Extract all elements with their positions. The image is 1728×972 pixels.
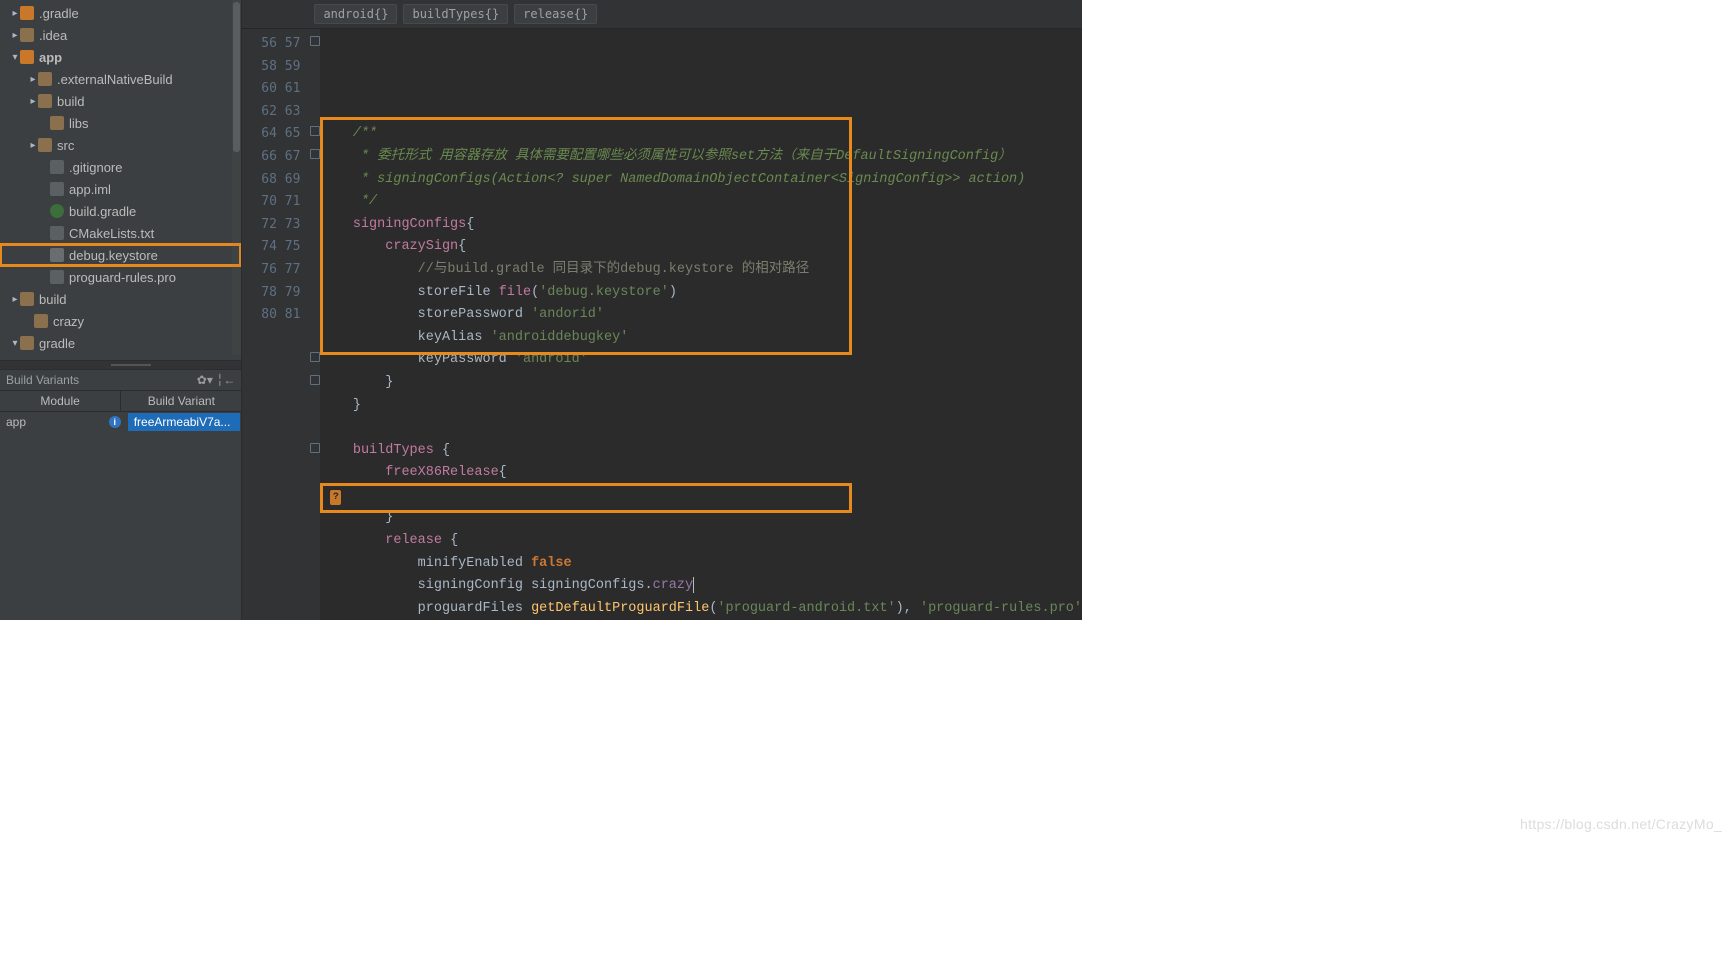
fold-toggle-icon[interactable] [310, 126, 320, 136]
expand-arrow-icon[interactable]: ▸ [10, 30, 20, 41]
file-icon [50, 226, 64, 240]
folder-icon [20, 28, 34, 42]
bv-module-name: app [6, 415, 26, 429]
line-number-gutter: 56 57 58 59 60 61 62 63 64 65 66 67 68 6… [242, 29, 308, 620]
build-variants-header: Module Build Variant [0, 391, 241, 412]
fold-toggle-icon[interactable] [310, 36, 320, 46]
bv-col-variant: Build Variant [121, 391, 241, 411]
folder-or-icon [20, 6, 34, 20]
tree-label: build [39, 292, 66, 307]
tree-label: proguard-rules.pro [69, 270, 176, 285]
tree-node[interactable]: ▸ src [0, 134, 241, 156]
folder-icon [38, 138, 52, 152]
breadcrumb-item[interactable]: android{} [314, 4, 397, 24]
fold-toggle-icon[interactable] [310, 375, 320, 385]
build-variants-title: Build Variants ✿▾ ╎← [0, 370, 241, 391]
expand-arrow-icon[interactable]: ▸ [28, 140, 38, 151]
tree-node[interactable]: ▸ .gradle [0, 2, 241, 24]
editor-area: android{} buildTypes{} release{} 56 57 58 … [242, 0, 1082, 620]
tree-node[interactable]: proguard-rules.pro [0, 266, 241, 288]
folder-icon [38, 94, 52, 108]
file-icon [50, 160, 64, 174]
tree-node[interactable]: ▸ build [0, 288, 241, 310]
tree-node[interactable]: CMakeLists.txt [0, 222, 241, 244]
file-icon [50, 182, 64, 196]
tree-node[interactable]: debug.keystore [0, 244, 241, 266]
text-caret [693, 577, 694, 593]
tree-node[interactable]: ▾ app [0, 46, 241, 68]
tree-node[interactable]: crazy [0, 310, 241, 332]
tree-label: .gradle [39, 6, 79, 21]
folder-icon [50, 116, 64, 130]
tree-node[interactable]: ▸ .externalNativeBuild [0, 68, 241, 90]
panel-divider[interactable] [0, 360, 241, 370]
expand-arrow-icon[interactable]: ▸ [10, 8, 20, 19]
tree-label: build [57, 94, 84, 109]
tree-node[interactable]: build.gradle [0, 200, 241, 222]
tree-label: build.gradle [69, 204, 136, 219]
folder-icon [38, 72, 52, 86]
folder-icon [20, 336, 34, 350]
bv-variant-cell[interactable]: freeArmeabiV7a... [127, 412, 242, 432]
tree-label: CMakeLists.txt [69, 226, 154, 241]
tree-scrollbar[interactable] [232, 0, 241, 355]
tree-label: src [57, 138, 74, 153]
expand-arrow-icon[interactable]: ▸ [28, 96, 38, 107]
build-variants-gear-icon[interactable]: ✿▾ ╎← [197, 373, 236, 387]
tree-label: app.iml [69, 182, 111, 197]
tree-label: .gitignore [69, 160, 122, 175]
fold-bar[interactable] [308, 29, 320, 620]
ide-window: ▸.gradle▸.idea▾app▸.externalNativeBuild▸… [0, 0, 1082, 620]
info-icon[interactable]: i [109, 416, 121, 428]
code-text[interactable]: /** * 委托形式 用容器存放 具体需要配置哪些必须属性可以参照set方法（来… [320, 29, 1082, 620]
expand-arrow-icon[interactable]: ▾ [10, 338, 20, 349]
project-tree[interactable]: ▸.gradle▸.idea▾app▸.externalNativeBuild▸… [0, 0, 241, 360]
fold-toggle-icon[interactable] [310, 352, 320, 362]
build-variants-label: Build Variants [6, 373, 79, 387]
tree-label: .externalNativeBuild [57, 72, 173, 87]
gradle-icon [50, 204, 64, 218]
folder-or-icon [20, 50, 34, 64]
breadcrumb-item[interactable]: release{} [514, 4, 597, 24]
breadcrumb: android{} buildTypes{} release{} [242, 0, 1082, 29]
expand-arrow-icon[interactable]: ▸ [28, 74, 38, 85]
file-icon [50, 270, 64, 284]
code-area[interactable]: 56 57 58 59 60 61 62 63 64 65 66 67 68 6… [242, 29, 1082, 620]
tree-node[interactable]: ▸ .idea [0, 24, 241, 46]
tree-node[interactable]: ▸ build [0, 90, 241, 112]
tree-label: .idea [39, 28, 67, 43]
key-icon [50, 248, 64, 262]
tree-label: debug.keystore [69, 248, 158, 263]
left-column: ▸.gradle▸.idea▾app▸.externalNativeBuild▸… [0, 0, 242, 620]
expand-arrow-icon[interactable]: ▸ [10, 294, 20, 305]
tree-node[interactable]: libs [0, 112, 241, 134]
bv-col-module: Module [0, 391, 121, 411]
tree-node[interactable]: app.iml [0, 178, 241, 200]
tree-label: crazy [53, 314, 84, 329]
bv-variant-name: freeArmeabiV7a... [134, 415, 231, 429]
tree-scroll-thumb[interactable] [233, 2, 240, 152]
expand-arrow-icon[interactable]: ▾ [10, 52, 20, 63]
watermark: https://blog.csdn.net/CrazyMo_ [1520, 816, 1722, 832]
tree-label: gradle [39, 336, 75, 351]
folder-icon [20, 292, 34, 306]
tree-node[interactable]: ▾ gradle [0, 332, 241, 354]
breadcrumb-item[interactable]: buildTypes{} [403, 4, 508, 24]
bv-module-cell[interactable]: app i [0, 412, 127, 432]
build-variants-panel: Build Variants ✿▾ ╎← Module Build Varian… [0, 370, 241, 620]
tree-label: libs [69, 116, 89, 131]
fold-toggle-icon[interactable] [310, 443, 320, 453]
fold-toggle-icon[interactable] [310, 149, 320, 159]
tree-label: app [39, 50, 62, 65]
tree-node[interactable]: .gitignore [0, 156, 241, 178]
build-variant-row: app i freeArmeabiV7a... [0, 412, 241, 432]
folder-icon [34, 314, 48, 328]
